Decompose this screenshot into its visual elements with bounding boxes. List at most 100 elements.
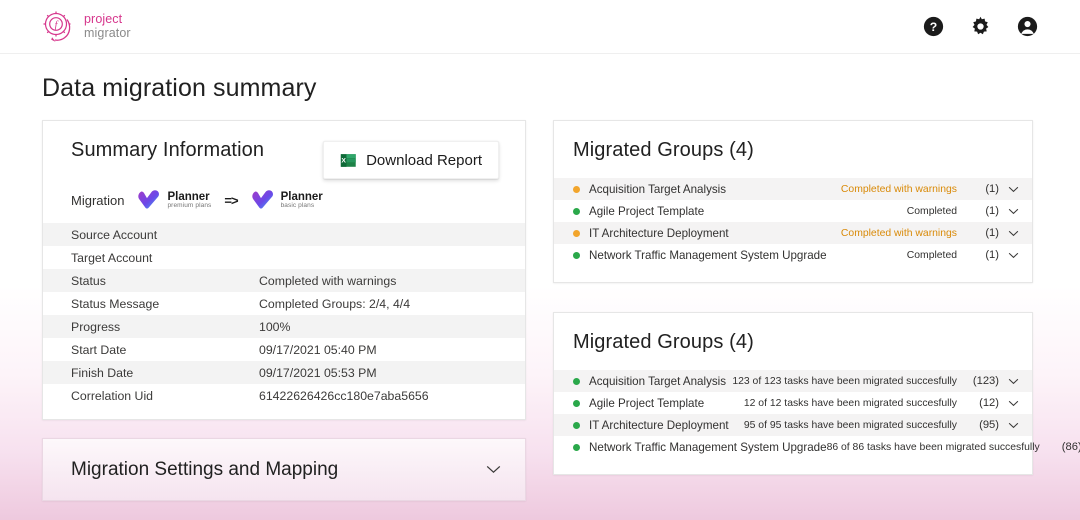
row-key: Correlation Uid	[71, 388, 154, 403]
right-column: Migrated Groups (4) Acquisition Target A…	[553, 120, 1080, 475]
group-status: 123 of 123 tasks have been migrated succ…	[732, 375, 957, 387]
table-row: Progress 100%	[43, 315, 525, 338]
row-value: 61422626426cc180e7aba5656	[259, 388, 429, 403]
row-value: 09/17/2021 05:53 PM	[259, 365, 377, 380]
chevron-down-icon[interactable]	[1008, 400, 1019, 407]
status-dot-warning	[573, 185, 580, 193]
target-plan-sub: basic plans	[280, 201, 315, 209]
content-columns: Summary Information X Download Report Mi…	[0, 103, 1080, 501]
page-title: Data migration summary	[42, 74, 317, 102]
table-row: Status Message Completed Groups: 2/4, 4/…	[43, 292, 525, 315]
target-plan-chip: Planner basic plans	[251, 189, 323, 211]
svg-text:X: X	[341, 157, 346, 164]
status-dot-ok	[573, 443, 580, 451]
download-report-button[interactable]: X Download Report	[323, 141, 499, 179]
logo-line-2: migrator	[84, 25, 131, 40]
list-item[interactable]: Network Traffic Management System Upgrad…	[554, 244, 1032, 266]
group-status: Completed	[906, 249, 957, 261]
group-count: (1)	[985, 183, 999, 195]
row-value: 09/17/2021 05:40 PM	[259, 342, 377, 357]
migration-label: Migration	[71, 192, 125, 208]
status-dot-ok	[573, 421, 580, 429]
chevron-down-icon[interactable]	[1008, 378, 1019, 385]
chevron-down-icon[interactable]	[1008, 422, 1019, 429]
group-name: Network Traffic Management System Upgrad…	[589, 248, 827, 262]
chevron-down-icon[interactable]	[1008, 252, 1019, 259]
table-row: Status Completed with warnings	[43, 269, 525, 292]
summary-title: Summary Information	[71, 139, 265, 161]
gear-icon[interactable]	[970, 16, 991, 37]
group-status: Completed	[906, 205, 957, 217]
status-dot-ok	[573, 207, 580, 215]
group-name: Network Traffic Management System Upgrad…	[589, 440, 827, 454]
migrated-groups-title: Migrated Groups (4)	[573, 331, 754, 353]
group-name: IT Architecture Deployment	[589, 418, 729, 432]
excel-icon: X	[340, 153, 356, 167]
row-key: Status Message	[71, 296, 160, 311]
logo-text: project migrator	[84, 13, 131, 39]
group-status: 86 of 86 tasks have been migrated succes…	[826, 441, 1040, 453]
status-dot-ok	[573, 399, 580, 407]
migration-settings-title: Migration Settings and Mapping	[71, 458, 339, 480]
source-plan-sub: premium plans	[167, 201, 212, 209]
group-name: IT Architecture Deployment	[589, 226, 729, 240]
logo-gear-icon: f	[43, 11, 71, 42]
row-key: Start Date	[71, 342, 127, 357]
list-item[interactable]: Agile Project Template Completed (1)	[554, 200, 1032, 222]
group-name: Acquisition Target Analysis	[589, 374, 727, 388]
migration-settings-accordion[interactable]: Migration Settings and Mapping	[42, 438, 526, 501]
header-icon-group: ?	[923, 16, 1058, 37]
table-row: Source Account	[43, 223, 525, 246]
migration-arrow: =>	[224, 192, 238, 208]
group-count: (95)	[979, 419, 999, 431]
download-report-label: Download Report	[366, 151, 482, 169]
group-name: Agile Project Template	[589, 396, 705, 410]
app-logo[interactable]: f project migrator	[40, 10, 131, 44]
status-dot-ok	[573, 377, 580, 385]
list-item[interactable]: Network Traffic Management System Upgrad…	[554, 436, 1080, 458]
planner-icon	[251, 190, 273, 209]
row-key: Target Account	[71, 250, 153, 265]
left-column: Summary Information X Download Report Mi…	[42, 120, 526, 501]
source-plan-chip: Planner premium plans	[137, 189, 211, 211]
group-name: Acquisition Target Analysis	[589, 182, 727, 196]
group-status: Completed with warnings	[840, 183, 957, 195]
chevron-down-icon[interactable]	[486, 465, 501, 474]
chevron-down-icon[interactable]	[1008, 208, 1019, 215]
chevron-down-icon[interactable]	[1008, 186, 1019, 193]
table-row: Start Date 09/17/2021 05:40 PM	[43, 338, 525, 361]
list-item[interactable]: Acquisition Target Analysis Completed wi…	[554, 178, 1032, 200]
group-count: (123)	[972, 375, 999, 387]
svg-text:?: ?	[930, 20, 937, 34]
row-value: Completed with warnings	[259, 273, 397, 288]
target-plan-names: Planner basic plans	[281, 191, 323, 210]
help-icon[interactable]: ?	[923, 16, 944, 37]
list-item[interactable]: Acquisition Target Analysis 123 of 123 t…	[554, 370, 1032, 392]
target-plan-name: Planner	[280, 190, 323, 203]
migrated-groups-title: Migrated Groups (4)	[573, 139, 754, 161]
source-plan-name: Planner	[167, 190, 210, 203]
app-header: f project migrator ?	[0, 0, 1080, 54]
group-status: Completed with warnings	[840, 227, 957, 239]
account-icon[interactable]	[1017, 16, 1038, 37]
status-dot-ok	[573, 251, 580, 259]
list-item[interactable]: IT Architecture Deployment Completed wit…	[554, 222, 1032, 244]
group-status: 95 of 95 tasks have been migrated succes…	[743, 419, 957, 431]
summary-information-card: Summary Information X Download Report Mi…	[42, 120, 526, 420]
group-count: (1)	[985, 249, 999, 261]
migrated-groups-list: Acquisition Target Analysis Completed wi…	[554, 178, 1032, 266]
status-dot-warning	[573, 229, 580, 237]
row-value: Completed Groups: 2/4, 4/4	[259, 296, 411, 311]
table-row: Target Account	[43, 246, 525, 269]
chevron-down-icon[interactable]	[1008, 230, 1019, 237]
group-count: (12)	[979, 397, 999, 409]
list-item[interactable]: Agile Project Template 12 of 12 tasks ha…	[554, 392, 1032, 414]
planner-icon	[138, 190, 160, 209]
row-key: Source Account	[71, 227, 158, 242]
list-item[interactable]: IT Architecture Deployment 95 of 95 task…	[554, 414, 1032, 436]
group-count: (1)	[985, 205, 999, 217]
table-row: Correlation Uid 61422626426cc180e7aba565…	[43, 384, 525, 407]
migrated-groups-card-1: Migrated Groups (4) Acquisition Target A…	[553, 120, 1033, 283]
migrated-groups-card-2: Migrated Groups (4) Acquisition Target A…	[553, 312, 1080, 475]
group-count: (86)	[1061, 441, 1080, 453]
